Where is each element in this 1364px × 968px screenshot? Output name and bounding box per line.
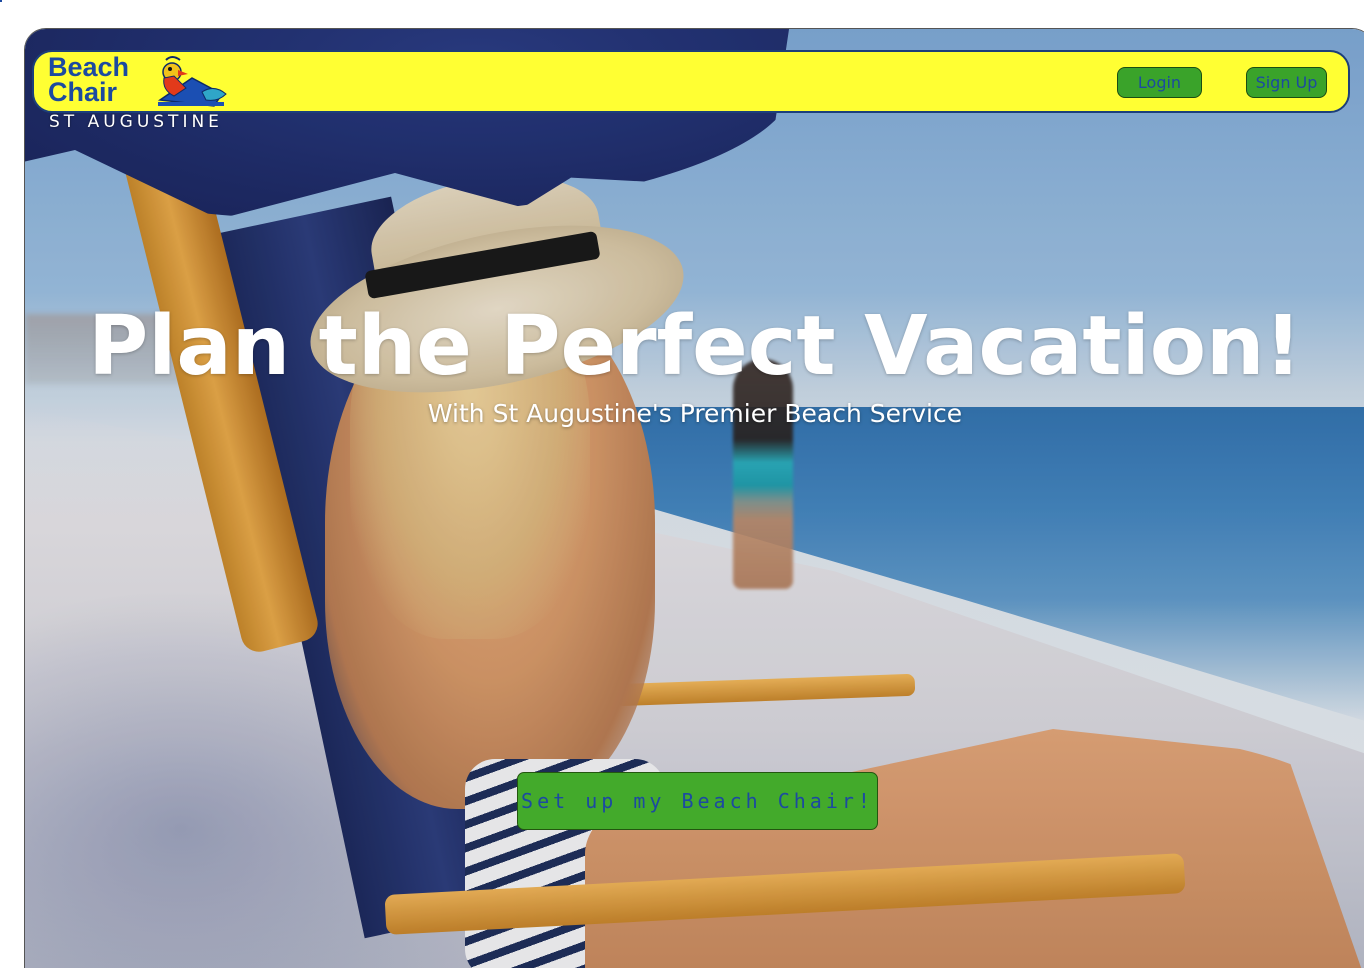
top-navbar: Beach Chair Login Sign Up [32, 50, 1350, 113]
page-frame: Beach Chair Login Sign Up ST AUGUSTINE P… [24, 28, 1364, 968]
brand-logo[interactable]: Beach Chair [48, 54, 129, 107]
hero-subtitle: With St Augustine's Premier Beach Servic… [427, 399, 963, 428]
login-button[interactable]: Login [1117, 67, 1202, 98]
signup-button[interactable]: Sign Up [1246, 67, 1327, 98]
setup-beach-chair-button[interactable]: Set up my Beach Chair! [517, 772, 878, 830]
logo-word-chair: Chair [48, 77, 118, 107]
parrot-in-beach-chair-icon [157, 56, 227, 107]
corner-marker [0, 0, 2, 2]
hero-title: Plan the Perfect Vacation! [88, 299, 1302, 394]
brand-location: ST AUGUSTINE [49, 112, 223, 132]
